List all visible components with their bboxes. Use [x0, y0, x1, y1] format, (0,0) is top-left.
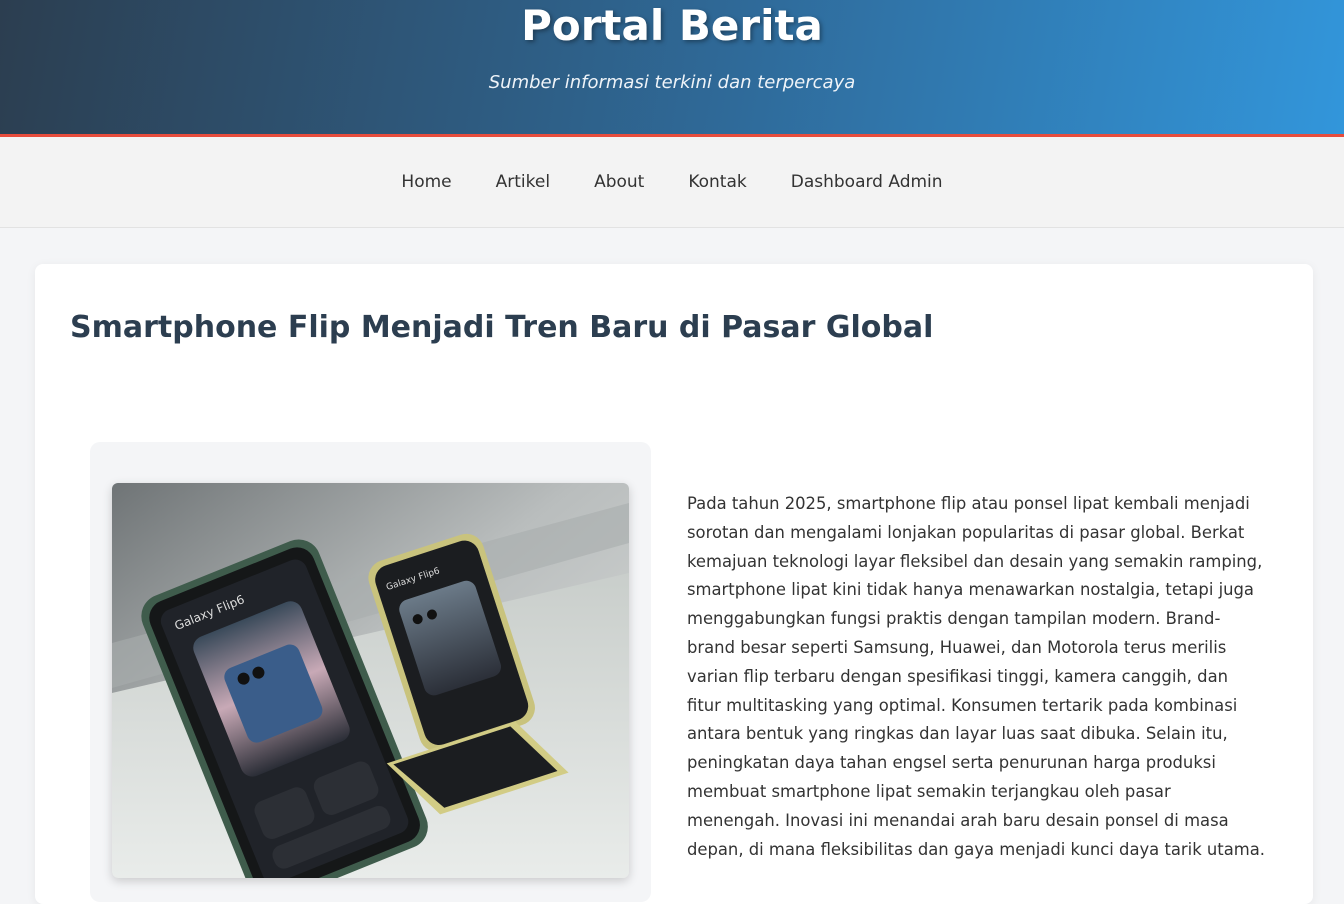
- site-header: Portal Berita Sumber informasi terkini d…: [0, 0, 1344, 137]
- site-tagline: Sumber informasi terkini dan terpercaya: [488, 72, 856, 93]
- site-title: Portal Berita: [521, 1, 823, 50]
- article-body: Pada tahun 2025, smartphone flip atau po…: [687, 494, 1265, 859]
- article-card: Smartphone Flip Menjadi Tren Baru di Pas…: [35, 264, 1313, 904]
- nav-link-about[interactable]: About: [572, 164, 666, 200]
- article-image-frame: Galaxy Flip6 Galaxy Flip6: [90, 442, 651, 902]
- main-nav: Home Artikel About Kontak Dashboard Admi…: [0, 137, 1344, 228]
- nav-link-artikel[interactable]: Artikel: [474, 164, 572, 200]
- article-title: Smartphone Flip Menjadi Tren Baru di Pas…: [70, 310, 934, 345]
- nav-link-kontak[interactable]: Kontak: [666, 164, 768, 200]
- nav-link-dashboard-admin[interactable]: Dashboard Admin: [769, 164, 965, 200]
- nav-link-home[interactable]: Home: [379, 164, 473, 200]
- article-photo: Galaxy Flip6 Galaxy Flip6: [112, 483, 629, 878]
